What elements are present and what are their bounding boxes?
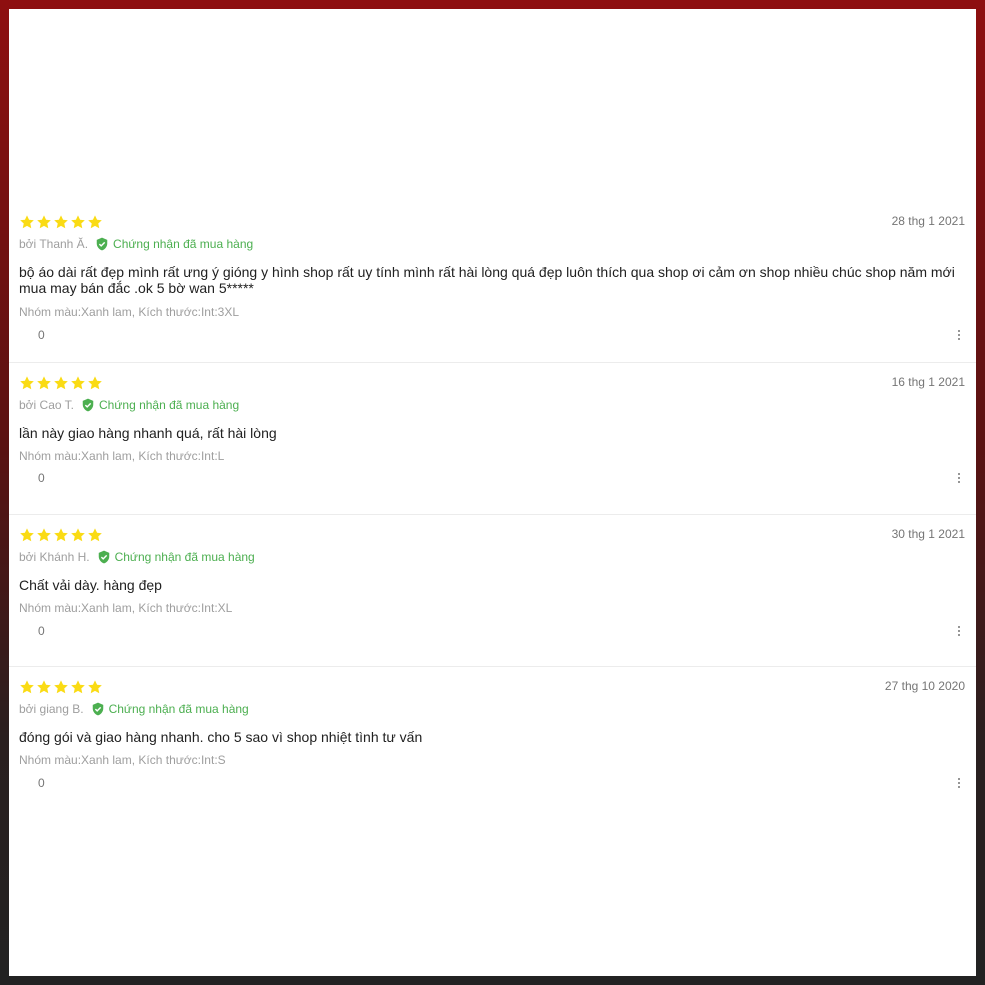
more-vertical-icon[interactable] [957,777,961,791]
shield-check-icon [96,237,108,251]
shield-check-icon [98,550,109,564]
review-date: 28 thg 1 2021 [891,214,965,228]
author-name: bởi giang B. [19,702,84,716]
rating-stars [19,527,103,543]
rating-stars [19,214,103,230]
star-icon [54,376,68,390]
star-icon [71,680,85,694]
review-list: 28 thg 1 2021 bởi Thanh Ă. Chứng nhận đã… [9,202,976,819]
more-vertical-icon[interactable] [957,472,961,486]
shield-check-icon [92,702,103,716]
star-icon [88,376,102,390]
rating-stars [19,375,103,391]
star-icon [37,528,51,542]
star-icon [88,215,102,229]
like-count[interactable]: 0 [38,471,45,485]
review-content: bộ áo dài rất đẹp mình rất ưng ý gióng y… [19,264,955,296]
review-content: đóng gói và giao hàng nhanh. cho 5 sao v… [19,729,423,745]
author-line: bởi Thanh Ă. Chứng nhận đã mua hàng [19,235,253,253]
verified-badge: Chứng nhận đã mua hàng [81,398,239,412]
star-icon [20,528,34,542]
author-name: bởi Thanh Ă. [19,237,89,251]
review-date: 27 thg 10 2020 [884,679,965,693]
like-count[interactable]: 0 [38,328,45,342]
more-vertical-icon[interactable] [957,625,961,639]
review-item: 30 thg 1 2021 bởi Khánh H. Chứng nhận đã… [9,515,976,667]
star-icon [37,680,51,694]
verified-badge: Chứng nhận đã mua hàng [97,550,255,564]
review-sku: Nhóm màu:Xanh lam, Kích thước:Int:L [19,449,225,463]
star-icon [54,528,68,542]
verified-badge: Chứng nhận đã mua hàng [95,237,253,251]
star-icon [54,680,68,694]
review-content: lần này giao hàng nhanh quá, rất hài lòn… [19,425,277,441]
star-icon [71,376,85,390]
star-icon [20,680,34,694]
review-item: 27 thg 10 2020 bởi giang B. Chứng nhận đ… [9,667,976,819]
like-count[interactable]: 0 [38,624,45,638]
author-name: bởi Khánh H. [19,550,90,564]
review-date: 16 thg 1 2021 [891,375,965,389]
verified-label: Chứng nhận đã mua hàng [113,237,254,251]
review-content: Chất vải dày. hàng đẹp [19,577,162,593]
verified-badge: Chứng nhận đã mua hàng [91,702,249,716]
verified-label: Chứng nhận đã mua hàng [114,550,255,564]
review-item: 16 thg 1 2021 bởi Cao T. Chứng nhận đã m… [9,363,976,515]
star-icon [37,215,51,229]
star-icon [71,528,85,542]
star-icon [71,215,85,229]
author-line: bởi Cao T. Chứng nhận đã mua hàng [19,396,239,414]
rating-stars [19,679,103,695]
star-icon [54,215,68,229]
review-sku: Nhóm màu:Xanh lam, Kích thước:Int:S [19,753,226,767]
star-icon [20,215,34,229]
star-icon [88,528,102,542]
star-icon [88,680,102,694]
review-sku: Nhóm màu:Xanh lam, Kích thước:Int:3XL [19,305,240,319]
review-date: 30 thg 1 2021 [891,527,965,541]
more-vertical-icon[interactable] [957,329,961,343]
review-sku: Nhóm màu:Xanh lam, Kích thước:Int:XL [19,601,233,615]
star-icon [37,376,51,390]
review-item: 28 thg 1 2021 bởi Thanh Ă. Chứng nhận đã… [9,202,976,363]
like-count[interactable]: 0 [38,776,45,790]
star-icon [20,376,34,390]
verified-label: Chứng nhận đã mua hàng [108,702,249,716]
author-line: bởi giang B. Chứng nhận đã mua hàng [19,700,249,718]
verified-label: Chứng nhận đã mua hàng [99,398,240,412]
author-name: bởi Cao T. [19,398,75,412]
author-line: bởi Khánh H. Chứng nhận đã mua hàng [19,548,255,566]
reviews-panel: 28 thg 1 2021 bởi Thanh Ă. Chứng nhận đã… [9,9,976,976]
shield-check-icon [82,398,94,412]
